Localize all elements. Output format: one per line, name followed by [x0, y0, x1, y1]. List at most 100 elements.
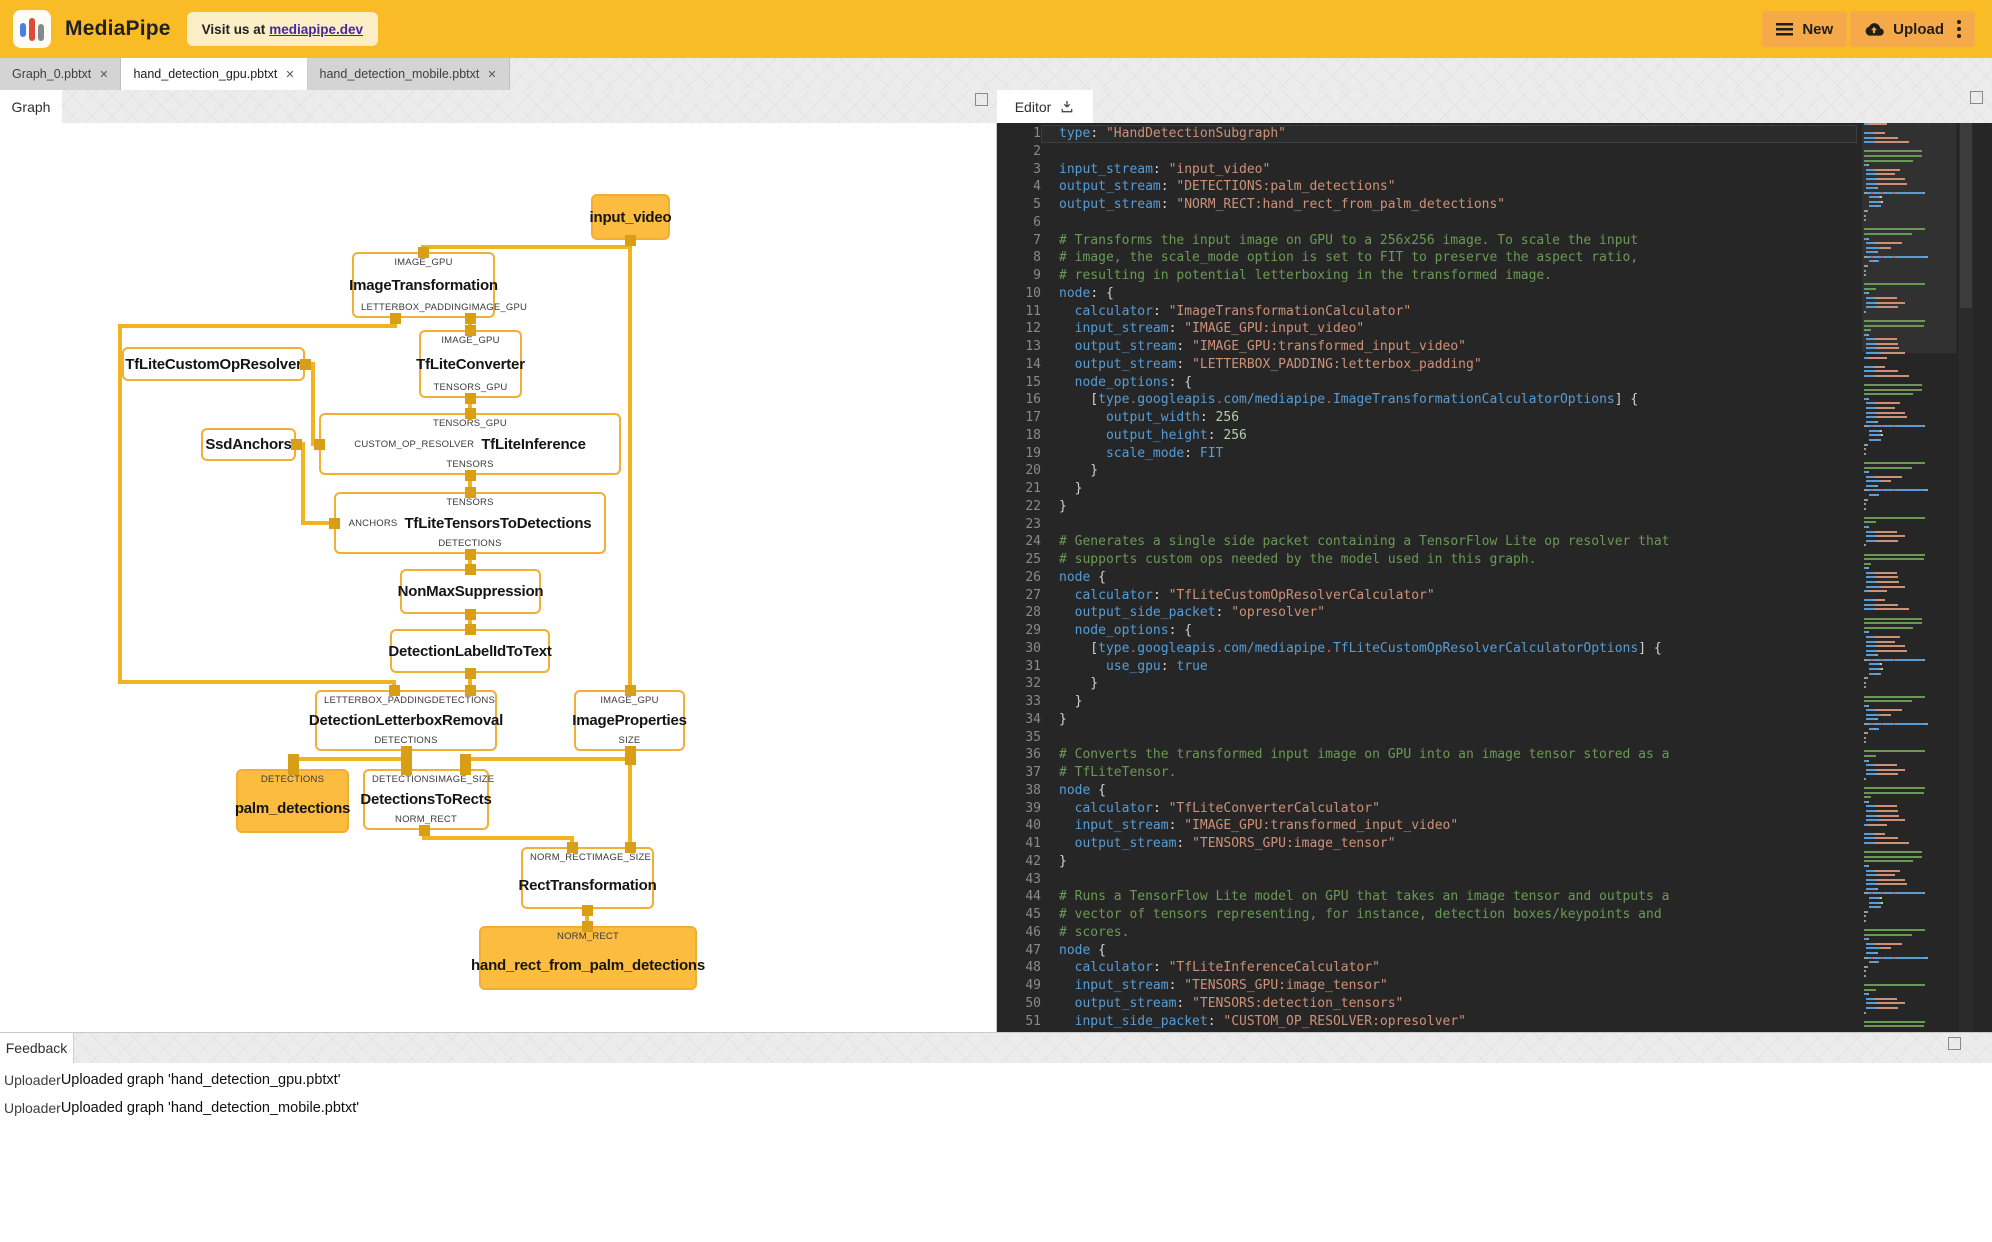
code-line[interactable]: 5 output_stream: "NORM_RECT:hand_rect_fro… [997, 196, 1857, 214]
code-line[interactable]: 24 # Generates a single side packet conta… [997, 533, 1857, 551]
code-line[interactable]: 41 output_stream: "TENSORS_GPU:image_ten… [997, 835, 1857, 853]
code-line[interactable]: 36 # Converts the transformed input image… [997, 746, 1857, 764]
code-line[interactable]: 14 output_stream: "LETTERBOX_PADDING:let… [997, 356, 1857, 374]
code-line[interactable]: 13 output_stream: "IMAGE_GPU:transformed… [997, 338, 1857, 356]
code-line[interactable]: 3 input_stream: "input_video" [997, 161, 1857, 179]
code-line[interactable]: 39 calculator: "TfLiteConverterCalculato… [997, 800, 1857, 818]
code-line[interactable]: 4 output_stream: "DETECTIONS:palm_detecti… [997, 178, 1857, 196]
graph-connector [465, 470, 476, 481]
code-text: # resulting in potential letterboxing in… [1059, 268, 1553, 283]
minimap-row [1862, 539, 1956, 542]
minimap-row [1862, 823, 1956, 826]
minimap-row [1862, 814, 1956, 817]
minimap-row [1862, 993, 1956, 996]
node-TfLiteInference[interactable]: TENSORS_GPU CUSTOM_OP_RESOLVER TfLiteInfer… [319, 413, 621, 475]
file-tab[interactable]: hand_detection_gpu.pbtxt ✕ [121, 58, 308, 90]
code-line[interactable]: 30 [type.googleapis.com/mediapipe.TfLite… [997, 640, 1857, 658]
code-line[interactable]: 11 calculator: "ImageTransformationCalcu… [997, 303, 1857, 321]
code-line[interactable]: 26 node { [997, 569, 1857, 587]
code-line[interactable]: 20 } [997, 462, 1857, 480]
scrollbar-thumb[interactable] [1960, 123, 1972, 308]
code-line[interactable]: 49 input_stream: "TENSORS_GPU:image_tens… [997, 977, 1857, 995]
tab-close-icon[interactable]: ✕ [487, 68, 496, 81]
code-line[interactable]: 51 input_side_packet: "CUSTOM_OP_RESOLVE… [997, 1013, 1857, 1031]
code-line[interactable]: 43 [997, 871, 1857, 889]
node-input_video[interactable]: input_video [590, 194, 672, 240]
code-line[interactable]: 22} [997, 498, 1857, 516]
code-line[interactable]: 2 [997, 143, 1857, 161]
feedback-tab[interactable]: Feedback [0, 1033, 74, 1063]
code-line[interactable]: 50 output_stream: "TENSORS:detection_ten… [997, 995, 1857, 1013]
code-editor[interactable]: 1 type: "HandDetectionSubgraph" 2 3 input_st… [997, 125, 1857, 1030]
code-line[interactable]: 31 use_gpu: true [997, 658, 1857, 676]
node-ImageTransformation[interactable]: IMAGE_GPU ImageTransformation LETTERBOX_PA… [349, 252, 527, 318]
code-line[interactable]: 28 output_side_packet: "opresolver" [997, 604, 1857, 622]
node-RectTransformation[interactable]: NORM_RECT IMAGE_SIZE RectTransformation [518, 847, 657, 909]
code-line[interactable]: 46 # scores. [997, 924, 1857, 942]
tab-close-icon[interactable]: ✕ [99, 68, 108, 81]
code-line[interactable]: 18 output_height: 256 [997, 427, 1857, 445]
editor-tab[interactable]: Editor [997, 90, 1093, 123]
graph-popout-icon[interactable] [975, 93, 988, 106]
node-palm_detections[interactable]: DETECTIONS palm_detections [235, 769, 350, 833]
node-ImageProperties[interactable]: IMAGE_GPU ImageProperties SIZE [572, 690, 687, 751]
code-line[interactable]: 19 scale_mode: FIT [997, 445, 1857, 463]
mediapipe-dev-link[interactable]: mediapipe.dev [269, 22, 363, 37]
code-line[interactable]: 48 calculator: "TfLiteInferenceCalculato… [997, 959, 1857, 977]
code-line[interactable]: 45 # vector of tensors representing, for … [997, 906, 1857, 924]
code-line[interactable]: 37 # TfLiteTensor. [997, 764, 1857, 782]
code-line[interactable]: 34} [997, 711, 1857, 729]
download-icon[interactable] [1059, 99, 1075, 115]
code-line[interactable]: 10 node: { [997, 285, 1857, 303]
minimap-row [1862, 626, 1956, 629]
code-line[interactable]: 7 # Transforms the input image on GPU to … [997, 232, 1857, 250]
graph-connector [329, 518, 340, 529]
code-line[interactable]: 27 calculator: "TfLiteCustomOpResolverCa… [997, 587, 1857, 605]
graph-tab[interactable]: Graph [0, 90, 62, 123]
file-tab[interactable]: hand_detection_mobile.pbtxt ✕ [307, 58, 510, 90]
editor-minimap[interactable] [1862, 123, 1956, 1032]
node-SsdAnchors[interactable]: SsdAnchors [201, 428, 296, 461]
code-line[interactable]: 47 node { [997, 942, 1857, 960]
file-tab[interactable]: Graph_0.pbtxt ✕ [0, 58, 122, 90]
minimap-row [1862, 411, 1956, 414]
node-NonMaxSuppression[interactable]: NonMaxSuppression [398, 569, 544, 614]
node-TfLiteTensorsToDetections[interactable]: TENSORS ANCHORS TfLiteTensorsToDetections D… [334, 492, 606, 554]
more-options-icon[interactable] [1957, 20, 1961, 38]
editor-scrollbar[interactable] [1959, 123, 1973, 1032]
code-line[interactable]: 44 # Runs a TensorFlow Lite model on GPU … [997, 888, 1857, 906]
code-line[interactable]: 23 [997, 516, 1857, 534]
code-line[interactable]: 1 type: "HandDetectionSubgraph" [997, 125, 1857, 143]
code-text: calculator: "TfLiteInferenceCalculator" [1074, 960, 1380, 976]
code-line[interactable]: 12 input_stream: "IMAGE_GPU:input_video" [997, 320, 1857, 338]
line-number: 21 [1025, 481, 1041, 496]
node-TfLiteConverter[interactable]: IMAGE_GPU TfLiteConverter TENSORS_GPU [416, 330, 525, 398]
feedback-popout-icon[interactable] [1948, 1037, 1961, 1050]
code-line[interactable]: 40 input_stream: "IMAGE_GPU:transformed_… [997, 817, 1857, 835]
code-line[interactable]: 25 # supports custom ops needed by the mo… [997, 551, 1857, 569]
node-DetectionsToRects[interactable]: DETECTIONS IMAGE_SIZE DetectionsToRects NOR… [360, 769, 494, 830]
code-line[interactable]: 15 node_options: { [997, 374, 1857, 392]
code-line[interactable]: 35 [997, 729, 1857, 747]
code-line[interactable]: 42} [997, 853, 1857, 871]
code-line[interactable]: 38 node { [997, 782, 1857, 800]
upload-button[interactable]: Upload [1850, 11, 1975, 47]
code-line[interactable]: 17 output_width: 256 [997, 409, 1857, 427]
new-button[interactable]: New [1762, 11, 1848, 47]
tab-close-icon[interactable]: ✕ [285, 68, 294, 81]
node-hand_rect_from_palm_detections[interactable]: NORM_RECT hand_rect_from_palm_detections [471, 926, 705, 990]
mediapipe-visualizer-app: MediaPipe Visit us at mediapipe.dev New … [0, 0, 1992, 1242]
node-DetectionLabelIdToText[interactable]: DetectionLabelIdToText [388, 629, 552, 673]
code-line[interactable]: 29 node_options: { [997, 622, 1857, 640]
code-line[interactable]: 32 } [997, 675, 1857, 693]
node-TfLiteCustomOpResolver[interactable]: TfLiteCustomOpResolver [122, 347, 305, 381]
node-DetectionLetterboxRemoval[interactable]: LETTERBOX_PADDING DETECTIONS DetectionLett… [309, 690, 503, 751]
code-line[interactable]: 9 # resulting in potential letterboxing i… [997, 267, 1857, 285]
editor-popout-icon[interactable] [1970, 91, 1983, 104]
code-line[interactable]: 16 [type.googleapis.com/mediapipe.ImageT… [997, 391, 1857, 409]
code-line[interactable]: 8 # image, the scale_mode option is set t… [997, 249, 1857, 267]
code-line[interactable]: 6 [997, 214, 1857, 232]
code-line[interactable]: 33 } [997, 693, 1857, 711]
code-line[interactable]: 21 } [997, 480, 1857, 498]
